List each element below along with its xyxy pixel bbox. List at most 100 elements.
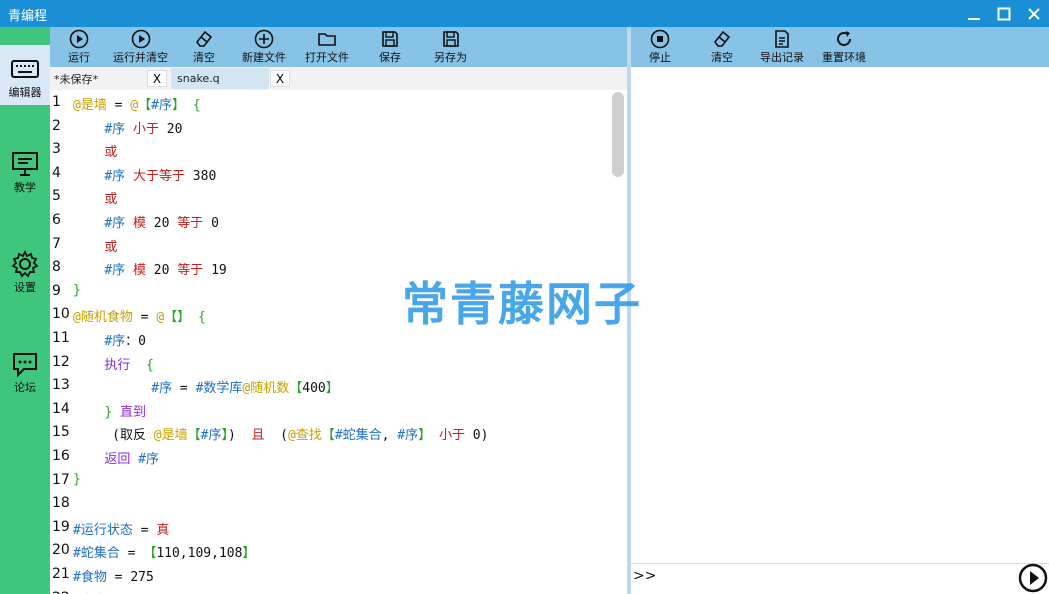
code-line[interactable]: 3 或 (50, 141, 610, 165)
code-text: #序 = #数学库@随机数【400】 (151, 381, 339, 397)
clear-label: 清空 (193, 51, 215, 64)
line-number: 20 (52, 542, 70, 559)
code-line[interactable]: 17} (50, 472, 610, 496)
stop-icon (650, 29, 670, 49)
tab-label: snake.q (177, 72, 220, 85)
export-log-button[interactable]: 导出记录 (760, 29, 804, 65)
sidebar-item-editor[interactable]: 编辑器 (0, 45, 50, 105)
sidebar-item-forum[interactable]: 论坛 (0, 349, 50, 409)
line-number: 18 (52, 495, 70, 512)
minimize-icon (968, 17, 980, 20)
run-button[interactable]: 运行 (68, 29, 90, 65)
reset-env-label: 重置环境 (822, 51, 866, 64)
tab-unsaved[interactable]: *未保存* (54, 68, 98, 89)
line-number: 2 (52, 117, 61, 134)
run-clear-button[interactable]: 运行并清空 (113, 29, 168, 65)
play-icon (131, 29, 150, 49)
new-file-label: 新建文件 (242, 51, 286, 64)
sidebar-item-settings[interactable]: 设置 (0, 249, 50, 309)
close-icon (1028, 7, 1040, 20)
code-line[interactable]: 5 或 (50, 188, 610, 212)
console-prompt: >> (633, 568, 657, 584)
line-number: 16 (52, 448, 70, 464)
teaching-board-icon (12, 152, 38, 176)
plus-circle-icon (254, 29, 274, 49)
line-number: 7 (52, 235, 61, 252)
maximize-button[interactable] (989, 0, 1019, 27)
code-text: 或 (104, 145, 118, 161)
output-console (631, 67, 1049, 564)
line-number: 11 (52, 330, 70, 346)
new-file-button[interactable]: 新建文件 (242, 29, 286, 65)
minimize-button[interactable] (959, 0, 989, 27)
eraser-icon (195, 30, 213, 47)
code-line[interactable]: 2 #序 小于 20 (50, 118, 610, 142)
code-line[interactable]: 14 } 直到 (50, 401, 610, 425)
line-number: 9 (52, 282, 61, 299)
code-text: #蛇集合 = 【110,109,108】 (73, 546, 256, 562)
export-log-label: 导出记录 (760, 51, 804, 64)
play-circle-icon[interactable] (1018, 563, 1048, 593)
line-number: 4 (52, 164, 61, 181)
close-window-button[interactable] (1019, 0, 1049, 27)
code-line[interactable]: 12 执行 { (50, 354, 610, 378)
line-number: 13 (52, 377, 70, 394)
code-text: } 直到 (104, 404, 146, 420)
run-clear-label: 运行并清空 (113, 51, 168, 64)
tab-snake[interactable]: snake.q (171, 68, 269, 89)
code-editor[interactable]: 1 @是墙 = @【#序】 {2 #序 小于 20 3 或4 #序 大于等于 380… (50, 90, 627, 594)
console-input-bar[interactable]: >> (631, 564, 1049, 594)
save-as-label: 另存为 (434, 51, 467, 64)
watermark: 常青藤网子 (402, 277, 642, 331)
tab-close-button[interactable]: X (147, 70, 167, 87)
code-line[interactable]: 16 返回 #序 (50, 448, 610, 472)
code-line[interactable]: 21 #食物 = 275 (50, 566, 610, 590)
line-number: 21 (52, 566, 70, 582)
line-number: 10 (52, 306, 70, 323)
tab-close-button[interactable]: X (270, 70, 290, 87)
maximize-icon (997, 7, 1011, 20)
line-number: 3 (52, 141, 61, 158)
code-text: @随机食物 = @【】 { (73, 310, 206, 326)
code-text: 或 (104, 192, 118, 208)
clear-button[interactable]: 清空 (193, 29, 215, 65)
code-text: #序 大于等于 380 (104, 168, 217, 184)
keyboard-icon (11, 60, 39, 78)
code-line[interactable]: 1 @是墙 = @【#序】 { (50, 94, 610, 118)
tab-label: *未保存* (54, 72, 98, 86)
code-line[interactable]: 20 #蛇集合 = 【110,109,108】 (50, 542, 610, 566)
file-tab-bar: *未保存* X snake.q X (50, 67, 627, 90)
editor-scrollbar[interactable] (612, 92, 624, 177)
line-number: 22 (52, 590, 72, 594)
code-text: } (73, 471, 81, 487)
code-line[interactable]: 15 (取反 @是墙【#序】) 且 (@查找【#蛇集合, #序】 小于 0) (50, 424, 610, 448)
line-number: 15 (52, 424, 70, 441)
save-as-button[interactable]: 另存为 (434, 29, 467, 65)
code-line[interactable]: 6 #序 模 20 等于 0 (50, 212, 610, 236)
code-text: (取反 @是墙【#序】) 且 (@查找【#蛇集合, #序】 小于 0) (73, 428, 489, 444)
floppy-disk-icon (442, 31, 459, 47)
reset-env-button[interactable]: 重置环境 (822, 29, 866, 65)
code-line[interactable]: 19 #运行状态 = 真 (50, 519, 610, 543)
code-line[interactable]: 13 #序 = #数学库@随机数【400】 (50, 377, 610, 401)
code-line[interactable]: 7 或 (50, 236, 610, 260)
code-line[interactable]: 22#方向 = 0 (50, 590, 610, 594)
open-file-button[interactable]: 打开文件 (305, 29, 349, 65)
sidebar-item-teaching[interactable]: 教学 (0, 149, 50, 209)
output-clear-button[interactable]: 清空 (711, 29, 733, 65)
code-text: } (73, 282, 81, 298)
code-text: 执行 { (104, 357, 154, 373)
line-number: 1 (52, 94, 61, 110)
code-text: 或 (104, 239, 118, 255)
line-number: 6 (52, 212, 61, 228)
code-line[interactable]: 18 (50, 495, 610, 519)
stop-button[interactable]: 停止 (649, 29, 671, 65)
code-line[interactable]: 4 #序 大于等于 380 (50, 165, 610, 189)
title-bar: 青编程 (0, 0, 1049, 27)
code-text: #序 模 20 等于 19 (104, 263, 227, 279)
folder-icon (318, 33, 336, 46)
editor-toolbar: 运行 运行并清空 清空 新建文件 打开文件 保存 另存为 (50, 27, 627, 67)
export-document-icon (775, 30, 789, 48)
save-button[interactable]: 保存 (379, 29, 401, 65)
sidebar-item-label: 论坛 (14, 381, 36, 394)
